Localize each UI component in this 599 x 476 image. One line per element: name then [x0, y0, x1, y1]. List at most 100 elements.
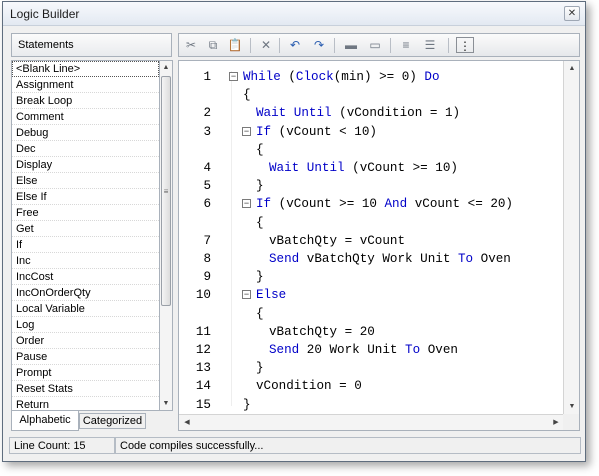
code-keyword: Do	[424, 70, 440, 84]
line-number: 13	[195, 361, 211, 376]
scroll-down-icon[interactable]: ▼	[160, 397, 172, 410]
code-keyword: While	[243, 70, 289, 84]
fold-toggle-icon[interactable]: −	[242, 290, 251, 300]
code-token: vBatchQty Work Unit	[299, 252, 458, 266]
statement-item[interactable]: Else If	[12, 189, 159, 205]
statement-item[interactable]: Else	[12, 173, 159, 189]
code-line[interactable]: 8 Send vBatchQty Work Unit To Oven	[179, 250, 559, 268]
code-line[interactable]: 11 vBatchQty = 20	[179, 323, 559, 341]
scroll-up-icon[interactable]: ▲	[566, 62, 578, 75]
tab-alphabetic[interactable]: Alphabetic	[11, 411, 79, 431]
statement-item[interactable]: Debug	[12, 125, 159, 141]
statement-item[interactable]: Return	[12, 397, 159, 410]
line-number: 1	[203, 70, 211, 84]
code-line[interactable]: 5}	[179, 177, 559, 195]
code-text: vCondition = 0	[256, 377, 362, 395]
statements-list[interactable]: <Blank Line> Assignment Break Loop Comment D…	[11, 60, 159, 411]
statement-item[interactable]: Prompt	[12, 365, 159, 381]
code-keyword: To	[405, 343, 421, 357]
code-line[interactable]: 15}	[179, 396, 559, 414]
code-editor[interactable]: 1− While (Clock(min) >= 0) Do{2 Wait Until…	[178, 60, 580, 431]
code-line[interactable]: 7 vBatchQty = vCount	[179, 232, 559, 250]
code-token: }	[256, 361, 264, 376]
indent-icon[interactable]: ≡	[397, 37, 415, 53]
toolbar-separator	[448, 38, 449, 53]
statement-item[interactable]: Pause	[12, 349, 159, 365]
copy-icon[interactable]: ⧉	[204, 37, 222, 53]
code-line[interactable]: 10 − Else	[179, 286, 559, 304]
code-token: 20 Work Unit	[299, 343, 406, 357]
code-line[interactable]: 9}	[179, 268, 559, 286]
code-keyword: Wait Until	[269, 161, 345, 175]
code-line[interactable]: 3 − If (vCount < 10)	[179, 123, 559, 141]
code-token: vCount <= 20)	[407, 197, 513, 212]
line-number: 15	[195, 397, 211, 412]
statement-item[interactable]: If	[12, 237, 159, 253]
code-line[interactable]: 1 − While (Clock(min) >= 0) Do	[179, 68, 559, 86]
code-token: (vCondition = 1)	[331, 106, 461, 121]
statement-item[interactable]: Order	[12, 333, 159, 349]
statements-scroll-thumb[interactable]: ≡	[161, 76, 171, 306]
line-numbers-icon[interactable]: ⋮	[456, 37, 474, 53]
code-text: Wait Until (vCondition = 1)	[256, 104, 460, 122]
code-text: {	[256, 305, 264, 323]
outdent-icon[interactable]: ☰	[421, 37, 439, 53]
statement-item[interactable]: <Blank Line>	[12, 61, 159, 77]
statement-item[interactable]: Free	[12, 205, 159, 221]
code-text: While (Clock(min) >= 0) Do	[243, 68, 440, 86]
code-token: vBatchQty = 20	[269, 324, 375, 339]
statement-item[interactable]: Local Variable	[12, 301, 159, 317]
tab-categorized[interactable]: Categorized	[79, 413, 146, 429]
code-token: {	[256, 215, 264, 230]
code-line[interactable]: {	[179, 86, 559, 104]
scroll-left-icon[interactable]: ◀	[181, 416, 193, 429]
uncomment-icon[interactable]: ▭	[366, 37, 384, 53]
status-message: Code compiles successfully...	[115, 437, 581, 454]
fold-toggle-icon[interactable]: −	[242, 126, 251, 136]
code-line[interactable]: 6 − If (vCount >= 10 And vCount <= 20)	[179, 195, 559, 213]
statement-item[interactable]: Inc	[12, 253, 159, 269]
statement-item[interactable]: IncOnOrderQty	[12, 285, 159, 301]
code-line[interactable]: 12 Send 20 Work Unit To Oven	[179, 341, 559, 359]
line-number: 8	[203, 252, 211, 266]
code-text: If (vCount >= 10 And vCount <= 20)	[256, 195, 513, 213]
close-button[interactable]: ✕	[564, 6, 580, 21]
scroll-down-icon[interactable]: ▼	[566, 400, 578, 413]
code-line[interactable]: {	[179, 141, 559, 159]
scroll-up-icon[interactable]: ▲	[160, 61, 172, 74]
code-text: Send 20 Work Unit To Oven	[269, 341, 458, 359]
code-line[interactable]: {	[179, 214, 559, 232]
statement-item[interactable]: Comment	[12, 109, 159, 125]
statement-item[interactable]: Log	[12, 317, 159, 333]
delete-icon[interactable]: ✕	[257, 37, 275, 53]
title-bar[interactable]: Logic Builder ✕	[3, 2, 585, 26]
statements-header: Statements	[11, 33, 172, 57]
code-line[interactable]: 14 vCondition = 0	[179, 377, 559, 395]
editor-vertical-scrollbar[interactable]: ▲ ▼	[563, 61, 579, 414]
fold-toggle-icon[interactable]: −	[242, 199, 251, 209]
editor-horizontal-scrollbar[interactable]: ◀ ▶	[179, 414, 564, 430]
paste-icon[interactable]: 📋	[226, 37, 244, 53]
statement-item[interactable]: Assignment	[12, 77, 159, 93]
code-line[interactable]: 13}	[179, 359, 559, 377]
statement-item[interactable]: Get	[12, 221, 159, 237]
statement-item[interactable]: IncCost	[12, 269, 159, 285]
code-text: {	[256, 141, 264, 159]
code-line[interactable]: {	[179, 305, 559, 323]
code-line[interactable]: 2 Wait Until (vCondition = 1)	[179, 104, 559, 122]
block-comment-icon[interactable]: ▬	[342, 37, 360, 53]
statement-item[interactable]: Dec	[12, 141, 159, 157]
scroll-right-icon[interactable]: ▶	[550, 416, 562, 429]
undo-icon[interactable]: ↶	[286, 37, 304, 53]
statement-item[interactable]: Display	[12, 157, 159, 173]
line-number: 6	[203, 197, 211, 212]
statement-item[interactable]: Break Loop	[12, 93, 159, 109]
statement-item[interactable]: Reset Stats	[12, 381, 159, 397]
statements-scrollbar[interactable]: ▲ ≡ ▼	[159, 60, 173, 411]
code-line[interactable]: 4 Wait Until (vCount >= 10)	[179, 159, 559, 177]
fold-toggle-icon[interactable]: −	[229, 72, 238, 81]
redo-icon[interactable]: ↷	[310, 37, 328, 53]
cut-icon[interactable]: ✂	[182, 37, 200, 53]
window-title: Logic Builder	[10, 7, 80, 21]
line-number: 14	[195, 379, 211, 394]
